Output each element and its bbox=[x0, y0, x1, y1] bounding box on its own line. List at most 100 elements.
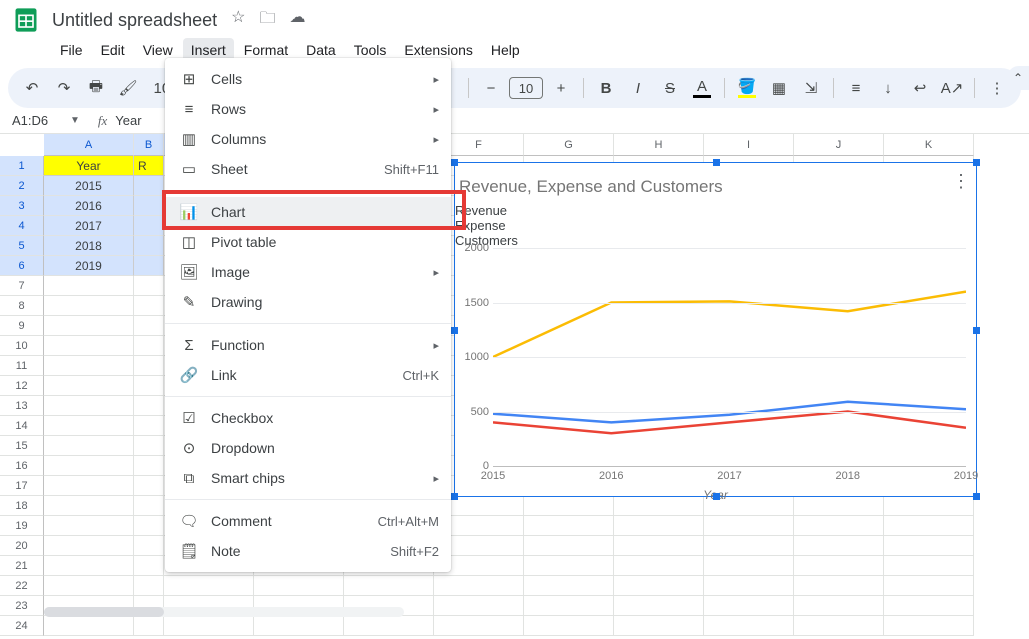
cell-G21[interactable] bbox=[524, 556, 614, 576]
fontsize-increase[interactable]: + bbox=[547, 74, 575, 102]
cell-I22[interactable] bbox=[704, 576, 794, 596]
row-head-20[interactable]: 20 bbox=[0, 536, 44, 556]
move-icon[interactable]: 🗀 bbox=[259, 7, 275, 34]
menu-help[interactable]: Help bbox=[483, 38, 528, 62]
namebox-dropdown-icon[interactable]: ▼ bbox=[70, 115, 80, 126]
cell-B14[interactable] bbox=[134, 416, 164, 436]
row-head-22[interactable]: 22 bbox=[0, 576, 44, 596]
row-head-2[interactable]: 2 bbox=[0, 176, 44, 196]
insert-chart[interactable]: 📊Chart bbox=[165, 197, 451, 227]
insert-columns[interactable]: ▥Columns▸ bbox=[165, 124, 451, 154]
cell-H22[interactable] bbox=[614, 576, 704, 596]
row-head-15[interactable]: 15 bbox=[0, 436, 44, 456]
cell-G23[interactable] bbox=[524, 596, 614, 616]
wrap-button[interactable]: ↩ bbox=[906, 74, 934, 102]
cell-H24[interactable] bbox=[614, 616, 704, 636]
rotate-button[interactable]: A↗ bbox=[938, 74, 966, 102]
cell-B8[interactable] bbox=[134, 296, 164, 316]
cell-H20[interactable] bbox=[614, 536, 704, 556]
cell-B2[interactable] bbox=[134, 176, 164, 196]
cell-B24[interactable] bbox=[134, 616, 164, 636]
cell-I20[interactable] bbox=[704, 536, 794, 556]
cell-B5[interactable] bbox=[134, 236, 164, 256]
cell-E22[interactable] bbox=[344, 576, 434, 596]
cell-I24[interactable] bbox=[704, 616, 794, 636]
cell-G24[interactable] bbox=[524, 616, 614, 636]
cell-J20[interactable] bbox=[794, 536, 884, 556]
cell-G20[interactable] bbox=[524, 536, 614, 556]
cell-I21[interactable] bbox=[704, 556, 794, 576]
row-head-12[interactable]: 12 bbox=[0, 376, 44, 396]
name-box[interactable]: A1:D6 bbox=[8, 111, 68, 130]
row-head-17[interactable]: 17 bbox=[0, 476, 44, 496]
row-head-10[interactable]: 10 bbox=[0, 336, 44, 356]
col-head-A[interactable]: A bbox=[44, 134, 134, 156]
cell-B3[interactable] bbox=[134, 196, 164, 216]
cell-A8[interactable] bbox=[44, 296, 134, 316]
merge-button[interactable]: ⇲ bbox=[797, 74, 825, 102]
cell-A6[interactable]: 2019 bbox=[44, 256, 134, 276]
col-head-H[interactable]: H bbox=[614, 134, 704, 156]
cell-B16[interactable] bbox=[134, 456, 164, 476]
cell-K24[interactable] bbox=[884, 616, 974, 636]
cell-A3[interactable]: 2016 bbox=[44, 196, 134, 216]
col-head-G[interactable]: G bbox=[524, 134, 614, 156]
row-head-19[interactable]: 19 bbox=[0, 516, 44, 536]
cell-B6[interactable] bbox=[134, 256, 164, 276]
borders-button[interactable]: ▦ bbox=[765, 74, 793, 102]
italic-button[interactable]: I bbox=[624, 74, 652, 102]
row-head-23[interactable]: 23 bbox=[0, 596, 44, 616]
cell-A24[interactable] bbox=[44, 616, 134, 636]
cell-B10[interactable] bbox=[134, 336, 164, 356]
sidebar-toggle[interactable]: ⌃ bbox=[1007, 66, 1029, 90]
col-head-J[interactable]: J bbox=[794, 134, 884, 156]
cell-E24[interactable] bbox=[344, 616, 434, 636]
fontsize-decrease[interactable]: − bbox=[477, 74, 505, 102]
cell-A10[interactable] bbox=[44, 336, 134, 356]
row-head-16[interactable]: 16 bbox=[0, 456, 44, 476]
insert-sheet[interactable]: ▭SheetShift+F11 bbox=[165, 154, 451, 184]
insert-checkbox[interactable]: ☑Checkbox bbox=[165, 403, 451, 433]
cell-A1[interactable]: Year bbox=[44, 156, 134, 176]
cell-A14[interactable] bbox=[44, 416, 134, 436]
cell-F24[interactable] bbox=[434, 616, 524, 636]
insert-rows[interactable]: ≡Rows▸ bbox=[165, 94, 451, 124]
cell-K23[interactable] bbox=[884, 596, 974, 616]
undo-button[interactable]: ↶ bbox=[18, 74, 46, 102]
row-head-21[interactable]: 21 bbox=[0, 556, 44, 576]
cell-J24[interactable] bbox=[794, 616, 884, 636]
cell-B20[interactable] bbox=[134, 536, 164, 556]
row-head-1[interactable]: 1 bbox=[0, 156, 44, 176]
redo-button[interactable]: ↷ bbox=[50, 74, 78, 102]
strike-button[interactable]: S bbox=[656, 74, 684, 102]
cell-K21[interactable] bbox=[884, 556, 974, 576]
cell-D24[interactable] bbox=[254, 616, 344, 636]
formula-input[interactable]: Year bbox=[115, 113, 141, 128]
menu-edit[interactable]: Edit bbox=[93, 38, 133, 62]
cell-B22[interactable] bbox=[134, 576, 164, 596]
cell-B21[interactable] bbox=[134, 556, 164, 576]
cell-H23[interactable] bbox=[614, 596, 704, 616]
row-head-4[interactable]: 4 bbox=[0, 216, 44, 236]
cell-A9[interactable] bbox=[44, 316, 134, 336]
cell-B7[interactable] bbox=[134, 276, 164, 296]
cell-A20[interactable] bbox=[44, 536, 134, 556]
embedded-chart[interactable]: ⋮ Revenue, Expense and Customers Revenue… bbox=[454, 162, 977, 497]
cell-J19[interactable] bbox=[794, 516, 884, 536]
cell-A22[interactable] bbox=[44, 576, 134, 596]
cell-F23[interactable] bbox=[434, 596, 524, 616]
cell-A13[interactable] bbox=[44, 396, 134, 416]
cell-A18[interactable] bbox=[44, 496, 134, 516]
row-head-11[interactable]: 11 bbox=[0, 356, 44, 376]
horizontal-scrollbar[interactable] bbox=[44, 607, 404, 617]
cell-A17[interactable] bbox=[44, 476, 134, 496]
row-head-3[interactable]: 3 bbox=[0, 196, 44, 216]
cell-A15[interactable] bbox=[44, 436, 134, 456]
row-head-14[interactable]: 14 bbox=[0, 416, 44, 436]
col-head-I[interactable]: I bbox=[704, 134, 794, 156]
cell-F22[interactable] bbox=[434, 576, 524, 596]
cell-I23[interactable] bbox=[704, 596, 794, 616]
sheets-logo[interactable] bbox=[8, 2, 44, 38]
insert-note[interactable]: 🗒NoteShift+F2 bbox=[165, 536, 451, 566]
cell-B1[interactable]: R bbox=[134, 156, 164, 176]
